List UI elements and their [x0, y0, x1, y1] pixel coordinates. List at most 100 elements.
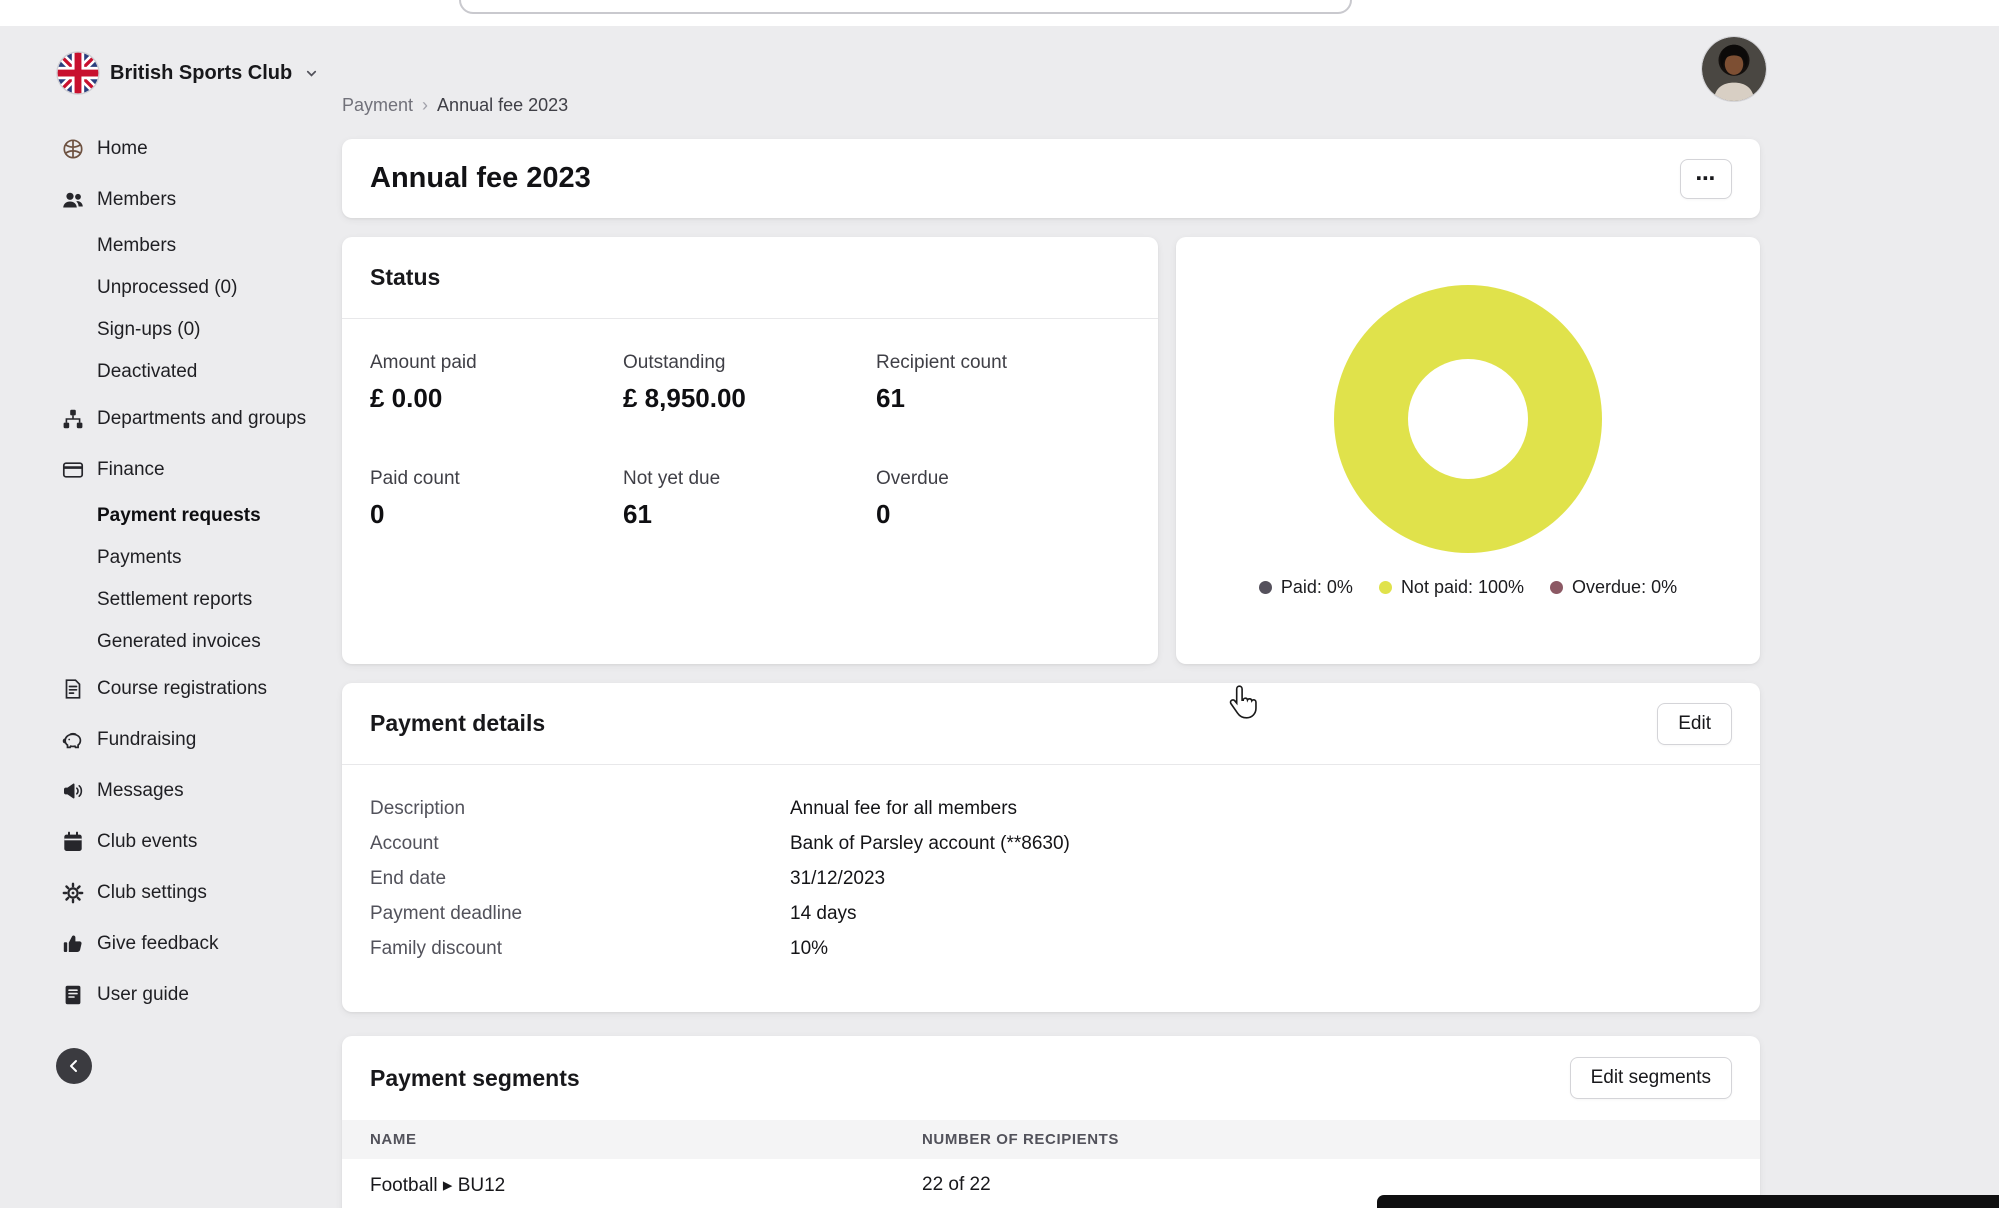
- edit-segments-button[interactable]: Edit segments: [1570, 1057, 1732, 1099]
- stat-outstanding: Outstanding £ 8,950.00: [623, 352, 876, 414]
- sidebar-item-label: Messages: [97, 780, 184, 802]
- sidebar-item-label: Payments: [97, 547, 181, 569]
- sidebar-item-club-events[interactable]: Club events: [61, 816, 342, 867]
- legend-dot: [1379, 581, 1392, 594]
- sidebar-item-label: Departments and groups: [97, 408, 306, 430]
- chart-legend: Paid: 0% Not paid: 100% Overdue: 0%: [1259, 577, 1677, 598]
- club-name: British Sports Club: [110, 62, 292, 85]
- stat-paid-count: Paid count 0: [370, 468, 623, 530]
- donut-hole: [1408, 359, 1528, 479]
- sidebar-item-generated-invoices[interactable]: Generated invoices: [61, 621, 342, 663]
- sidebar-item-label: Finance: [97, 459, 165, 481]
- sidebar-item-label: Give feedback: [97, 933, 218, 955]
- sidebar-item-label: Members: [97, 235, 176, 257]
- sidebar-nav: Home Members Members Unprocessed (0): [0, 123, 342, 1020]
- sidebar-item-label: User guide: [97, 984, 189, 1006]
- sidebar-item-label: Fundraising: [97, 729, 196, 751]
- browser-chrome-strip: [0, 0, 1999, 26]
- sidebar-item-payment-requests[interactable]: Payment requests: [61, 495, 342, 537]
- legend-item-overdue: Overdue: 0%: [1550, 577, 1677, 598]
- stat-overdue: Overdue 0: [876, 468, 1130, 530]
- ball-icon: [61, 137, 85, 161]
- chevron-left-icon: [66, 1058, 82, 1074]
- sidebar-item-messages[interactable]: Messages: [61, 765, 342, 816]
- sidebar-item-fundraising[interactable]: Fundraising: [61, 714, 342, 765]
- edit-payment-details-button[interactable]: Edit: [1657, 703, 1732, 745]
- legend-item-paid: Paid: 0%: [1259, 577, 1353, 598]
- stat-not-yet-due: Not yet due 61: [623, 468, 876, 530]
- payment-segments-title: Payment segments: [370, 1065, 580, 1092]
- book-icon: [61, 983, 85, 1007]
- legend-dot: [1259, 581, 1272, 594]
- sidebar: British Sports Club Home: [0, 26, 342, 1208]
- calendar-icon: [61, 830, 85, 854]
- sidebar-item-label: Sign-ups (0): [97, 319, 201, 341]
- legend-label: Overdue: 0%: [1572, 577, 1677, 598]
- segments-table-header: NAME NUMBER OF RECIPIENTS: [342, 1120, 1760, 1159]
- legend-label: Paid: 0%: [1281, 577, 1353, 598]
- sidebar-item-settlement-reports[interactable]: Settlement reports: [61, 579, 342, 621]
- detail-row-description: Description Annual fee for all members: [370, 791, 1732, 826]
- piggy-bank-icon: [61, 728, 85, 752]
- sidebar-item-sign-ups[interactable]: Sign-ups (0): [61, 309, 342, 351]
- sidebar-item-club-settings[interactable]: Club settings: [61, 867, 342, 918]
- status-card: Status Amount paid £ 0.00 Outstanding £ …: [342, 237, 1158, 664]
- document-pencil-icon: [61, 677, 85, 701]
- detail-row-family-discount: Family discount 10%: [370, 931, 1732, 966]
- sidebar-item-deactivated[interactable]: Deactivated: [61, 351, 342, 393]
- sidebar-item-label: Unprocessed (0): [97, 277, 237, 299]
- sidebar-item-label: Home: [97, 138, 148, 160]
- column-header-recipients: NUMBER OF RECIPIENTS: [922, 1131, 1732, 1148]
- detail-row-end-date: End date 31/12/2023: [370, 861, 1732, 896]
- payment-status-chart-card: Paid: 0% Not paid: 100% Overdue: 0%: [1176, 237, 1760, 664]
- browser-address-bar[interactable]: [459, 0, 1352, 14]
- stat-recipient-count: Recipient count 61: [876, 352, 1130, 414]
- credit-card-icon: [61, 458, 85, 482]
- union-jack-flag-icon: [56, 51, 100, 95]
- sidebar-item-user-guide[interactable]: User guide: [61, 969, 342, 1020]
- status-stats: Amount paid £ 0.00 Outstanding £ 8,950.0…: [342, 319, 1158, 563]
- sidebar-item-members-group[interactable]: Members: [61, 174, 342, 225]
- page-header-card: Annual fee 2023 ⋯: [342, 139, 1760, 218]
- sidebar-item-members[interactable]: Members: [61, 225, 342, 267]
- breadcrumb-separator: ›: [422, 95, 428, 116]
- more-options-button[interactable]: ⋯: [1680, 159, 1732, 199]
- payment-details-rows: Description Annual fee for all members A…: [342, 765, 1760, 966]
- segment-recipients: 22 of 22: [922, 1174, 1732, 1196]
- sidebar-item-label: Settlement reports: [97, 589, 252, 611]
- status-title: Status: [370, 264, 440, 291]
- gear-icon: [61, 881, 85, 905]
- sidebar-item-label: Members: [97, 189, 176, 211]
- club-switcher[interactable]: British Sports Club: [0, 26, 342, 95]
- bottom-overlay-bar: [1377, 1195, 1999, 1208]
- sidebar-item-course-registrations[interactable]: Course registrations: [61, 663, 342, 714]
- chevron-down-icon: [304, 66, 319, 81]
- breadcrumb: Payment › Annual fee 2023: [342, 95, 1760, 116]
- sidebar-item-label: Club settings: [97, 882, 207, 904]
- megaphone-icon: [61, 779, 85, 803]
- payment-segments-card: Payment segments Edit segments NAME NUMB…: [342, 1036, 1760, 1208]
- app-background: British Sports Club Home: [0, 26, 1999, 1208]
- sidebar-item-finance[interactable]: Finance: [61, 444, 342, 495]
- sidebar-item-label: Payment requests: [97, 505, 261, 527]
- sidebar-item-label: Course registrations: [97, 678, 267, 700]
- page-title: Annual fee 2023: [370, 162, 591, 195]
- legend-dot: [1550, 581, 1563, 594]
- main-content: Payment › Annual fee 2023 Annual fee 202…: [342, 26, 1760, 1208]
- user-avatar[interactable]: [1701, 36, 1767, 102]
- app-window: British Sports Club Home: [0, 0, 1999, 1208]
- breadcrumb-payment-link[interactable]: Payment: [342, 95, 413, 116]
- detail-row-payment-deadline: Payment deadline 14 days: [370, 896, 1732, 931]
- collapse-sidebar-button[interactable]: [56, 1048, 92, 1084]
- detail-row-account: Account Bank of Parsley account (**8630): [370, 826, 1732, 861]
- thumbs-up-icon: [61, 932, 85, 956]
- breadcrumb-current: Annual fee 2023: [437, 95, 568, 116]
- sidebar-item-payments[interactable]: Payments: [61, 537, 342, 579]
- sidebar-item-label: Generated invoices: [97, 631, 261, 653]
- sidebar-item-home[interactable]: Home: [61, 123, 342, 174]
- sidebar-item-unprocessed[interactable]: Unprocessed (0): [61, 267, 342, 309]
- members-icon: [61, 188, 85, 212]
- stat-amount-paid: Amount paid £ 0.00: [370, 352, 623, 414]
- sidebar-item-give-feedback[interactable]: Give feedback: [61, 918, 342, 969]
- sidebar-item-departments-and-groups[interactable]: Departments and groups: [61, 393, 342, 444]
